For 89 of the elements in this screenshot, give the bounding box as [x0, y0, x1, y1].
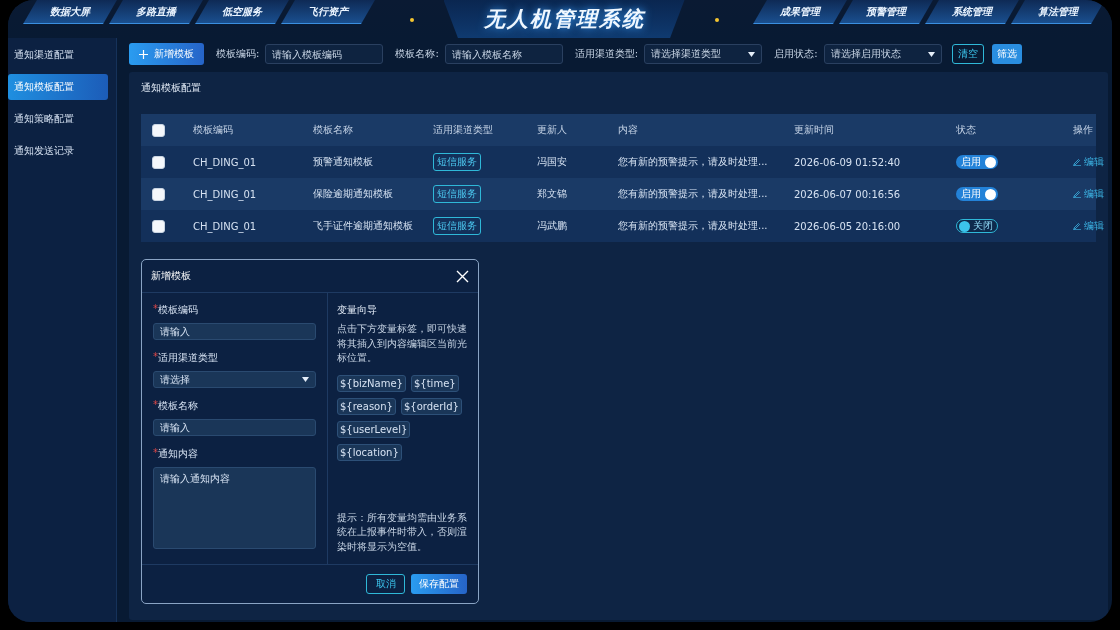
variable-tag[interactable]: ${reason}: [337, 397, 396, 415]
column-header: 适用渠道类型: [433, 123, 494, 137]
cancel-button[interactable]: 取消: [366, 574, 405, 594]
light-dot: [714, 18, 719, 22]
status-toggle[interactable]: 关闭: [956, 219, 998, 233]
input-field[interactable]: 请输入: [153, 323, 316, 341]
nav-tab[interactable]: 多路直播: [109, 0, 203, 24]
textarea-field[interactable]: 请输入通知内容: [153, 467, 316, 549]
table-cell-text: 保险逾期通知模板: [313, 187, 394, 201]
input-field[interactable]: 请输入模板编码: [265, 44, 384, 64]
nav-tab[interactable]: 飞行资产: [281, 0, 375, 24]
channel-tag: 短信服务: [433, 217, 481, 235]
column-header: 操作: [1073, 123, 1094, 137]
guide-description: 点击下方变量标签，即可快速将其插入到内容编辑区当前光标位置。: [337, 322, 468, 365]
pencil-icon: [1073, 190, 1081, 198]
table-cell-text: 2026-06-07 00:16:56: [794, 188, 902, 200]
clear-button[interactable]: 清空: [951, 44, 984, 64]
checkbox[interactable]: [152, 123, 165, 137]
save-button[interactable]: 保存配置: [411, 574, 467, 594]
sidebar-item[interactable]: 通知发送记录: [8, 138, 108, 164]
hint-text: 提示：所有变量均需由业务系统在上报事件时带入，否则渲染时将显示为空值。: [337, 510, 468, 554]
variable-tag[interactable]: ${userLevel}: [337, 420, 411, 438]
table-cell-text: 冯国安: [537, 155, 568, 169]
add-template-button[interactable]: 新增模板: [129, 43, 204, 65]
edit-link[interactable]: 编辑: [1073, 187, 1104, 201]
variable-tag[interactable]: ${location}: [337, 443, 402, 461]
pencil-icon: [1073, 222, 1081, 230]
filter-label: 适用渠道类型:: [574, 47, 639, 61]
caret-icon: [302, 377, 309, 383]
panel-title: 通知模板配置: [141, 81, 202, 95]
filter-label: 模板编码:: [216, 47, 260, 61]
channel-tag: 短信服务: [433, 185, 481, 203]
sidebar-item[interactable]: 通知渠道配置: [8, 42, 108, 68]
status-toggle[interactable]: 启用: [956, 155, 998, 169]
nav-tab[interactable]: 系统管理: [925, 0, 1019, 24]
status-toggle[interactable]: 启用: [956, 187, 998, 201]
field-label: *模板名称: [153, 399, 199, 414]
nav-tab[interactable]: 预警管理: [839, 0, 933, 24]
field-label: *适用渠道类型: [153, 351, 219, 366]
input-field[interactable]: 请输入: [153, 419, 316, 437]
plus-icon: [139, 49, 148, 59]
column-header: 更新时间: [794, 123, 835, 137]
edit-link[interactable]: 编辑: [1073, 219, 1104, 233]
checkbox[interactable]: [152, 219, 165, 233]
light-dot: [409, 18, 414, 22]
close-icon[interactable]: [456, 269, 469, 283]
table-cell-text: CH_DING_01: [193, 188, 258, 200]
table-cell-text: 2026-06-05 20:16:00: [794, 220, 902, 232]
table-cell-text: CH_DING_01: [193, 156, 258, 168]
table-cell-text: 郑文锦: [537, 187, 568, 201]
sidebar-item[interactable]: 通知模板配置: [8, 74, 108, 100]
guide-title: 变量向导: [337, 303, 378, 317]
edit-link[interactable]: 编辑: [1073, 155, 1104, 169]
table-cell-text: 飞手证件逾期通知模板: [313, 219, 414, 233]
input-field[interactable]: 请输入模板名称: [444, 44, 563, 64]
field-label: *模板编码: [153, 303, 199, 317]
nav-tab[interactable]: 数据大屏: [23, 0, 117, 24]
column-header: 模板编码: [193, 123, 234, 137]
column-header: 模板名称: [313, 123, 354, 137]
dialog-title: 新增模板: [151, 269, 191, 283]
variable-tag[interactable]: ${orderId}: [400, 397, 462, 415]
checkbox[interactable]: [152, 155, 165, 169]
table-cell-text: 您有新的预警提示，请及时处理...: [618, 219, 769, 233]
table-cell-text: CH_DING_01: [193, 220, 258, 232]
table-cell-text: 您有新的预警提示，请及时处理...: [618, 155, 769, 169]
select-field[interactable]: 请选择启用状态: [823, 44, 942, 64]
filter-label: 启用状态:: [774, 47, 818, 61]
pencil-icon: [1073, 158, 1081, 166]
caret-icon: [748, 51, 756, 57]
variable-tag[interactable]: ${time}: [410, 374, 459, 392]
table-cell-text: 预警通知模板: [313, 155, 374, 169]
table-cell-text: 您有新的预警提示，请及时处理...: [618, 187, 769, 201]
column-header: 更新人: [537, 123, 568, 137]
nav-tab[interactable]: 成果管理: [753, 0, 847, 24]
variable-tag[interactable]: ${bizName}: [337, 374, 406, 392]
app-title: 无人机管理系统: [443, 0, 685, 38]
nav-tab[interactable]: 低空服务: [195, 0, 289, 24]
select-field[interactable]: 请选择: [153, 371, 316, 389]
table-cell-text: 2026-06-09 01:52:40: [794, 156, 902, 168]
column-header: 状态: [956, 123, 977, 137]
column-header: 内容: [618, 123, 639, 137]
channel-tag: 短信服务: [433, 153, 481, 171]
field-label: *通知内容: [153, 447, 199, 462]
checkbox[interactable]: [152, 187, 165, 201]
select-field[interactable]: 请选择渠道类型: [644, 44, 763, 64]
caret-icon: [927, 51, 935, 57]
sidebar-item[interactable]: 通知策略配置: [8, 106, 108, 132]
filter-label: 模板名称:: [395, 47, 439, 61]
table-cell-text: 冯武鹏: [537, 219, 568, 233]
